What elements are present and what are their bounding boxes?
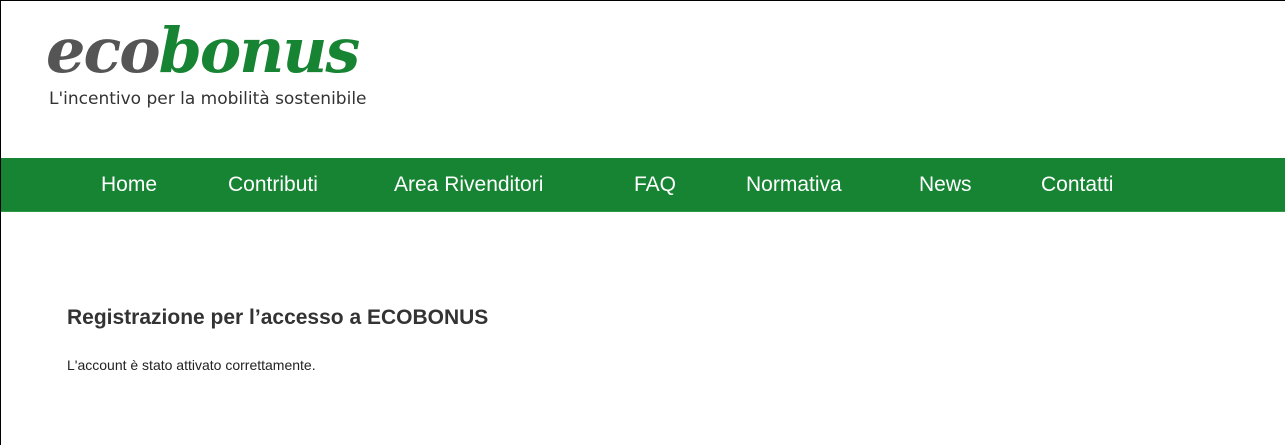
activation-message: L'account è stato attivato correttamente… (67, 357, 316, 373)
nav-item-normativa[interactable]: Normativa (746, 158, 842, 211)
logo-text-bonus: bonus (158, 14, 361, 87)
nav-item-contatti[interactable]: Contatti (1041, 158, 1113, 211)
nav-item-faq[interactable]: FAQ (634, 158, 676, 211)
logo-tagline: L'incentivo per la mobilità sostenibile (49, 89, 367, 109)
nav-item-area-rivenditori[interactable]: Area Rivenditori (394, 158, 543, 211)
logo-text-eco: eco (46, 14, 161, 87)
main-navigation: Home Contributi Area Rivenditori FAQ Nor… (1, 158, 1285, 212)
ecobonus-logo[interactable]: ecobonus L'incentivo per la mobilità sos… (46, 19, 426, 119)
logo-wordmark: ecobonus (46, 19, 360, 83)
page-title: Registrazione per l’accesso a ECOBONUS (67, 306, 489, 329)
nav-item-home[interactable]: Home (101, 158, 157, 211)
nav-item-contributi[interactable]: Contributi (228, 158, 318, 211)
page-frame: ecobonus L'incentivo per la mobilità sos… (0, 0, 1285, 445)
nav-item-news[interactable]: News (919, 158, 972, 211)
site-header: ecobonus L'incentivo per la mobilità sos… (1, 1, 1285, 158)
